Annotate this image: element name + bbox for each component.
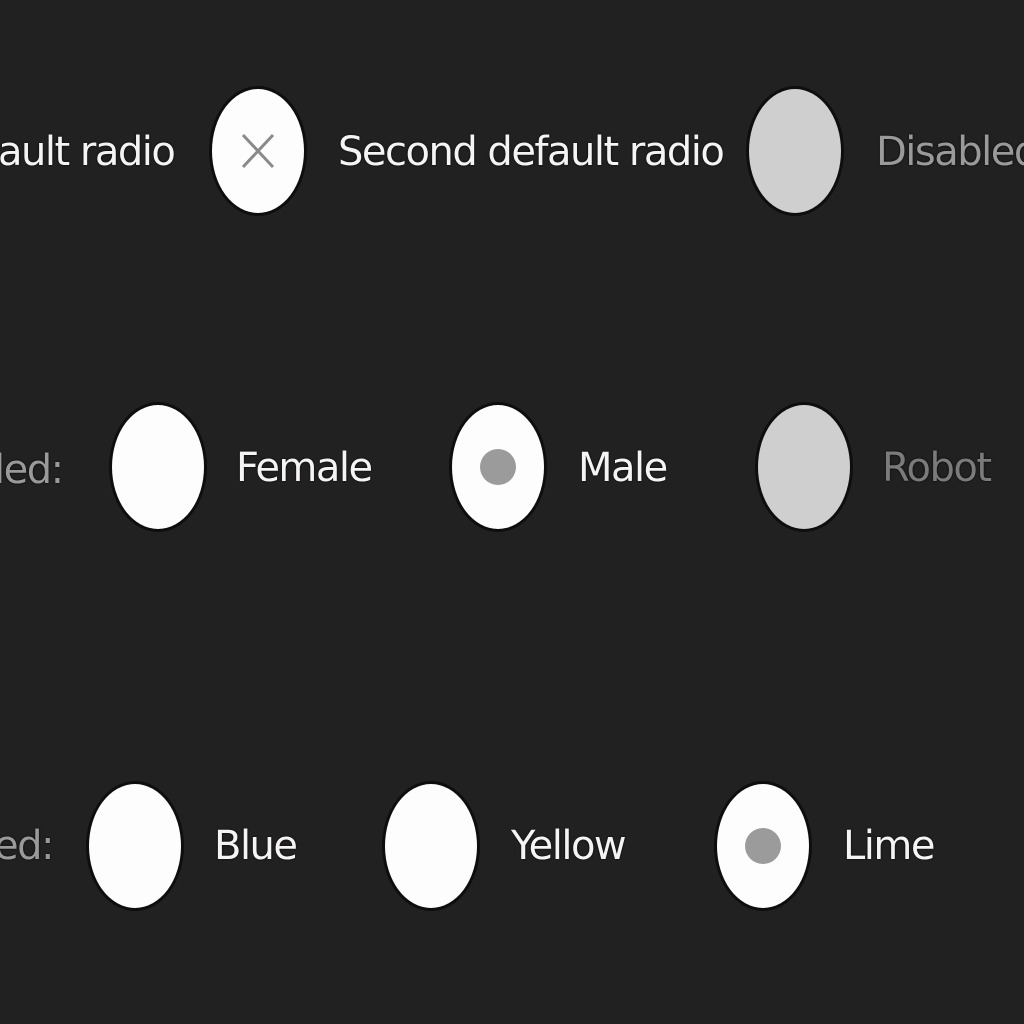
radio-female-label[interactable]: Female xyxy=(236,444,373,492)
radio-yellow-label[interactable]: Yellow xyxy=(511,822,627,870)
row2-prefix-label: led: xyxy=(0,447,64,493)
radio-blue[interactable] xyxy=(89,784,181,908)
radio-buttons-demo: ault radio Second default radio Disabled… xyxy=(0,0,1024,1024)
second-default-radio[interactable] xyxy=(212,89,304,213)
radio-male[interactable] xyxy=(452,405,544,529)
radio-male-selected-dot xyxy=(480,449,516,485)
radio-female[interactable] xyxy=(112,405,204,529)
radio-lime-selected-dot xyxy=(745,828,781,864)
radio-robot-label: Robot xyxy=(882,445,992,491)
radio-yellow[interactable] xyxy=(385,784,477,908)
disabled-radio-label: Disabled xyxy=(876,129,1024,175)
disabled-radio xyxy=(749,89,841,213)
radio-lime[interactable] xyxy=(717,784,809,908)
radio-robot xyxy=(758,405,850,529)
row3-prefix-label: ed: xyxy=(0,823,54,869)
radio-male-label[interactable]: Male xyxy=(578,444,668,492)
x-mark-icon xyxy=(241,133,275,169)
first-default-radio-label[interactable]: ault radio xyxy=(0,128,176,176)
radio-lime-label[interactable]: Lime xyxy=(843,822,935,870)
radio-blue-label[interactable]: Blue xyxy=(214,822,298,870)
second-default-radio-label[interactable]: Second default radio xyxy=(338,128,725,176)
